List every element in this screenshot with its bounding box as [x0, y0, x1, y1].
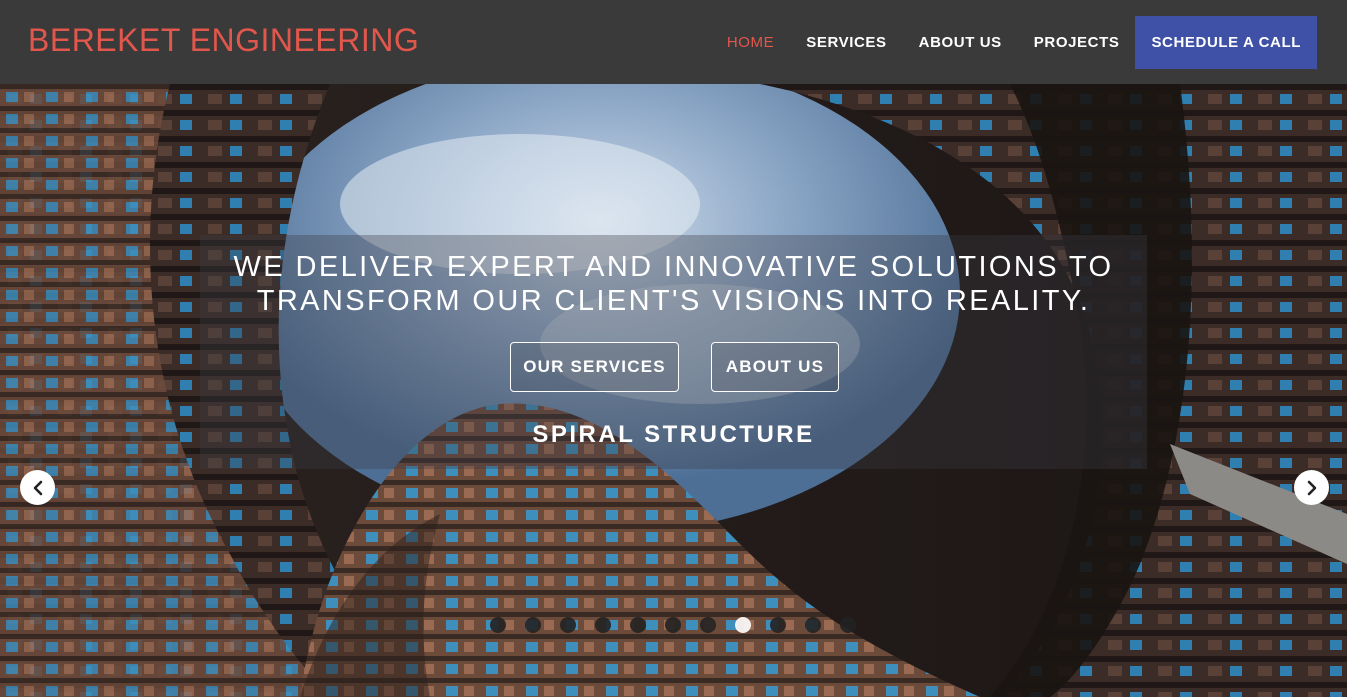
carousel-dot[interactable]: [665, 617, 681, 633]
carousel-dot[interactable]: [805, 617, 821, 633]
site-header: BEREKET ENGINEERING HOME SERVICES ABOUT …: [0, 0, 1347, 84]
about-us-button[interactable]: ABOUT US: [711, 342, 839, 392]
slide-title: SPIRAL STRUCTURE: [532, 421, 815, 448]
carousel-dot[interactable]: [525, 617, 541, 633]
carousel-dot[interactable]: [595, 617, 611, 633]
main-nav: HOME SERVICES ABOUT US PROJECTS SCHEDULE…: [695, 0, 1317, 84]
schedule-call-button[interactable]: SCHEDULE A CALL: [1135, 15, 1317, 69]
our-services-button[interactable]: OUR SERVICES: [510, 342, 679, 392]
chevron-left-icon: [33, 480, 42, 495]
carousel-dot[interactable]: [735, 617, 751, 633]
hero-headline-line-2: TRANSFORM OUR CLIENT'S VISIONS INTO REAL…: [256, 285, 1091, 317]
carousel-dot[interactable]: [490, 617, 506, 633]
nav-home[interactable]: HOME: [727, 34, 774, 51]
carousel-dot[interactable]: [700, 617, 716, 633]
hero-carousel: WE DELIVER EXPERT AND INNOVATIVE SOLUTIO…: [0, 84, 1347, 697]
nav-services[interactable]: SERVICES: [806, 34, 886, 51]
hero-headline-line-1: WE DELIVER EXPERT AND INNOVATIVE SOLUTIO…: [233, 251, 1114, 283]
nav-projects[interactable]: PROJECTS: [1034, 34, 1120, 51]
carousel-dot[interactable]: [840, 617, 856, 633]
carousel-indicators: [490, 617, 875, 633]
carousel-next-button[interactable]: [1294, 470, 1329, 505]
carousel-dot[interactable]: [770, 617, 786, 633]
carousel-prev-button[interactable]: [20, 470, 55, 505]
carousel-dot[interactable]: [630, 617, 646, 633]
nav-about-us[interactable]: ABOUT US: [919, 34, 1002, 51]
brand-logo[interactable]: BEREKET ENGINEERING: [28, 22, 419, 59]
carousel-dot[interactable]: [560, 617, 576, 633]
hero-headline: WE DELIVER EXPERT AND INNOVATIVE SOLUTIO…: [200, 250, 1147, 318]
chevron-right-icon: [1307, 480, 1316, 495]
